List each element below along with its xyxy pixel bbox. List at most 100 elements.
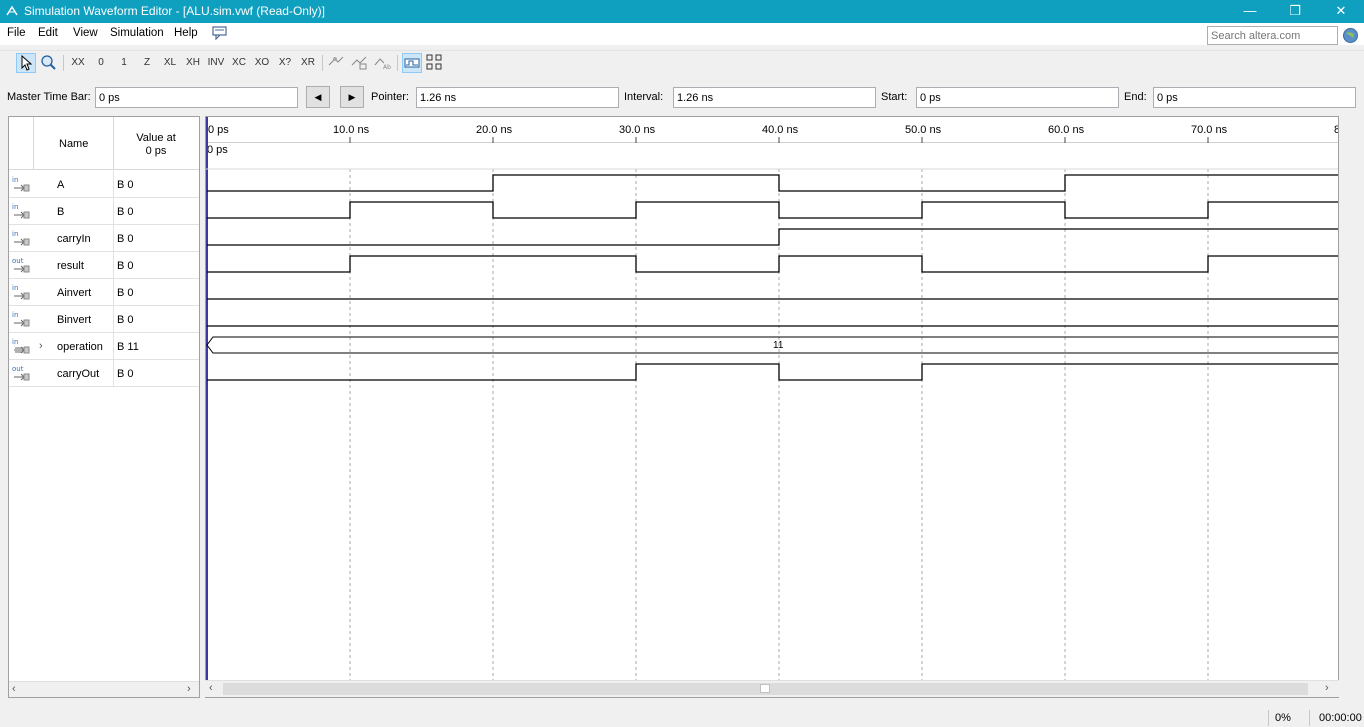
input-pin-icon: in xyxy=(12,203,30,219)
full-screen-icon[interactable] xyxy=(425,53,445,73)
pin-direction-label: in xyxy=(12,230,18,238)
signal-value: B 0 xyxy=(117,287,134,299)
force-low-icon[interactable]: 0 xyxy=(91,53,111,73)
waveform-carryIn xyxy=(207,228,1338,246)
signal-row[interactable]: out result B 0 xyxy=(9,252,199,279)
interval-field[interactable]: 1.26 ns xyxy=(673,87,876,108)
input-pin-icon: in xyxy=(12,284,30,300)
scroll-right-icon[interactable]: › xyxy=(1325,682,1329,694)
input-pin-icon: in xyxy=(12,230,30,246)
scroll-left-icon[interactable]: ‹ xyxy=(12,683,16,695)
force-unknown-icon[interactable]: XX xyxy=(68,53,88,73)
signal-row[interactable]: in carryIn B 0 xyxy=(9,225,199,252)
force-weak-low-icon[interactable]: XL xyxy=(160,53,180,73)
node-finder-icon[interactable]: Ab xyxy=(373,53,393,73)
signal-value: B 0 xyxy=(117,179,134,191)
signal-row[interactable]: in › operation B 11 xyxy=(9,333,199,360)
app-icon xyxy=(6,5,18,16)
waveform-B xyxy=(207,201,1338,219)
signal-name: carryOut xyxy=(57,368,100,380)
signal-value: B 0 xyxy=(117,233,134,245)
count-value-icon[interactable]: XC xyxy=(229,53,249,73)
window-title: Simulation Waveform Editor - [ALU.sim.vw… xyxy=(24,4,325,18)
waveform-A xyxy=(207,174,1338,192)
zoom-tool-icon[interactable] xyxy=(39,53,59,73)
pin-direction-label: in xyxy=(12,284,18,292)
next-transition-button[interactable]: ▶ xyxy=(340,86,364,108)
clock-value-icon[interactable]: XO xyxy=(252,53,272,73)
expand-chevron-icon[interactable]: › xyxy=(39,340,43,352)
waveform-hscroll[interactable]: ‹ › xyxy=(205,680,1339,697)
menu-file[interactable]: File xyxy=(7,27,26,39)
waveform-canvas[interactable]: 11 xyxy=(206,117,1339,698)
close-button[interactable]: ✕ xyxy=(1318,0,1364,23)
signal-list-header: Name Value at 0 ps xyxy=(9,117,199,170)
signal-name: Ainvert xyxy=(57,287,92,299)
hscroll-thumb[interactable] xyxy=(760,684,770,693)
status-bar xyxy=(0,708,1364,727)
selection-tool-icon[interactable] xyxy=(16,53,36,73)
signal-value: B 0 xyxy=(117,368,134,380)
end-field[interactable]: 0 ps xyxy=(1153,87,1356,108)
value-column-header[interactable]: Value at 0 ps xyxy=(121,132,191,158)
svg-text:Ab: Ab xyxy=(383,64,391,71)
toolbar xyxy=(0,50,1364,76)
master-time-bar-field[interactable]: 0 ps xyxy=(95,87,298,108)
signal-value: B 0 xyxy=(117,206,134,218)
scroll-right-icon[interactable]: › xyxy=(187,683,191,695)
waveform-editing-icon[interactable] xyxy=(402,53,422,73)
restore-button[interactable]: ❐ xyxy=(1272,0,1318,23)
waveform-vscroll[interactable] xyxy=(1339,116,1356,681)
pin-direction-label: in xyxy=(12,338,18,346)
search-input[interactable] xyxy=(1207,26,1338,45)
menu-bar: File Edit View Simulation Help xyxy=(0,23,1364,45)
input-pin-icon: in xyxy=(12,176,30,192)
signal-value: B 0 xyxy=(117,260,134,272)
bus-value-label: 11 xyxy=(773,340,784,351)
pin-direction-label: out xyxy=(12,365,24,373)
signal-name: A xyxy=(57,179,65,191)
feedback-icon[interactable] xyxy=(212,26,228,40)
interval-label: Interval: xyxy=(624,91,664,103)
start-label: Start: xyxy=(881,91,908,103)
signal-value: B 11 xyxy=(117,341,139,353)
signal-name: operation xyxy=(57,341,103,353)
prev-transition-button[interactable]: ◀ xyxy=(306,86,330,108)
waveform-panel[interactable]: 0 ps 10.0 ns 20.0 ns 30.0 ns 40.0 ns 50.0 ns 6… xyxy=(205,116,1339,698)
pin-direction-label: out xyxy=(12,257,24,265)
signal-name: Binvert xyxy=(57,314,92,326)
menu-simulation[interactable]: Simulation xyxy=(110,27,164,39)
value-header-line1: Value at xyxy=(136,132,176,144)
snap-to-grid-icon[interactable] xyxy=(327,53,347,73)
minimize-button[interactable]: — xyxy=(1227,0,1273,23)
menu-view[interactable]: View xyxy=(73,27,98,39)
output-pin-icon: out xyxy=(12,365,30,381)
invert-icon[interactable]: INV xyxy=(206,53,226,73)
input-bus-pin-icon: in xyxy=(12,338,30,354)
signal-name: carryIn xyxy=(57,233,91,245)
start-field[interactable]: 0 ps xyxy=(916,87,1119,108)
grid-icon[interactable] xyxy=(350,53,370,73)
globe-icon[interactable] xyxy=(1342,27,1359,44)
signal-row[interactable]: in B B 0 xyxy=(9,198,199,225)
force-high-impedance-icon[interactable]: Z xyxy=(137,53,157,73)
signal-row[interactable]: in Binvert B 0 xyxy=(9,306,199,333)
signal-value: B 0 xyxy=(117,314,134,326)
force-weak-high-icon[interactable]: XH xyxy=(183,53,203,73)
force-high-icon[interactable]: 1 xyxy=(114,53,134,73)
title-bar: Simulation Waveform Editor - [ALU.sim.vw… xyxy=(0,0,1364,23)
signal-row[interactable]: in Ainvert B 0 xyxy=(9,279,199,306)
signal-list-hscroll[interactable]: ‹ › xyxy=(9,681,199,697)
scroll-left-icon[interactable]: ‹ xyxy=(209,682,213,694)
signal-row[interactable]: in A B 0 xyxy=(9,171,199,198)
name-column-header[interactable]: Name xyxy=(59,138,88,150)
random-value-icon[interactable]: XR xyxy=(298,53,318,73)
arbitrary-value-icon[interactable]: X? xyxy=(275,53,295,73)
pointer-field[interactable]: 1.26 ns xyxy=(416,87,619,108)
menu-help[interactable]: Help xyxy=(174,27,198,39)
value-header-line2: 0 ps xyxy=(145,145,167,157)
signal-name: B xyxy=(57,206,65,218)
menu-edit[interactable]: Edit xyxy=(38,27,58,39)
signal-row[interactable]: out carryOut B 0 xyxy=(9,360,199,387)
status-progress: 0% xyxy=(1275,712,1291,724)
